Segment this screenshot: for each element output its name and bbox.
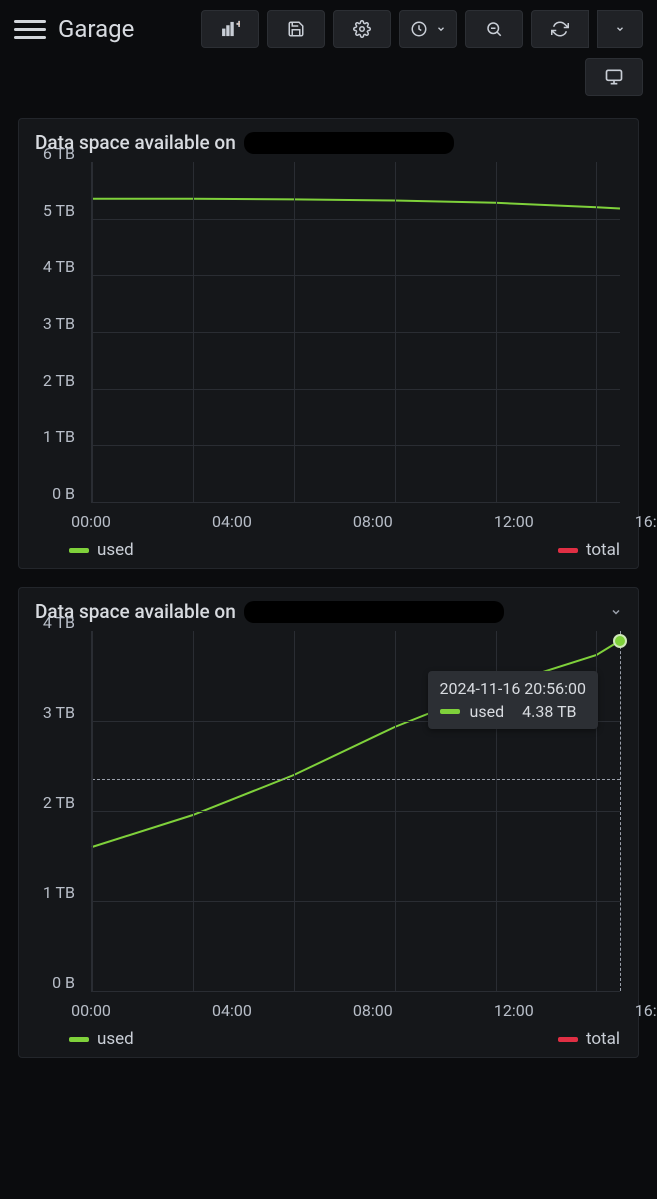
refresh-interval-button[interactable]	[597, 10, 643, 48]
legend-label: used	[97, 540, 134, 560]
panel-title[interactable]: Data space available on	[19, 588, 638, 631]
y-axis: 6 TB5 TB4 TB3 TB2 TB1 TB0 B	[19, 162, 91, 506]
save-button[interactable]	[267, 10, 325, 48]
top-bar: Garage +	[0, 0, 657, 52]
chevron-down-icon	[610, 606, 622, 618]
redacted-hostname	[244, 132, 454, 154]
time-range-button[interactable]	[399, 10, 457, 48]
legend-item-total[interactable]: total	[558, 540, 620, 560]
y-axis: 4 TB3 TB2 TB1 TB0 B	[19, 631, 91, 995]
legend-label: total	[586, 1029, 620, 1049]
redacted-hostname	[244, 601, 504, 623]
legend: used total	[69, 1029, 620, 1049]
tv-mode-button[interactable]	[585, 58, 643, 96]
panel-title[interactable]: Data space available on	[19, 119, 638, 162]
legend-label: used	[97, 1029, 134, 1049]
zoom-out-button[interactable]	[465, 10, 523, 48]
legend-label: total	[586, 540, 620, 560]
legend-item-total[interactable]: total	[558, 1029, 620, 1049]
tooltip-time: 2024-11-16 20:56:00	[440, 679, 586, 698]
chart-area[interactable]: 2024-11-16 20:56:00 used 4.38 TB	[91, 631, 620, 992]
menu-icon[interactable]	[14, 13, 46, 45]
panel-data-space-1: Data space available on 6 TB5 TB4 TB3 TB…	[18, 118, 639, 569]
tooltip: 2024-11-16 20:56:00 used 4.38 TB	[428, 671, 598, 729]
legend-item-used[interactable]: used	[69, 540, 134, 560]
panel-data-space-2: Data space available on 4 TB3 TB2 TB1 TB…	[18, 587, 639, 1058]
legend-item-used[interactable]: used	[69, 1029, 134, 1049]
tooltip-value: 4.38 TB	[522, 702, 576, 721]
add-panel-button[interactable]: +	[201, 10, 259, 48]
svg-text:+: +	[237, 19, 240, 30]
hover-point	[613, 634, 627, 648]
refresh-button[interactable]	[531, 10, 589, 48]
toolbar: +	[201, 10, 643, 48]
page-title: Garage	[58, 15, 134, 43]
legend: used total	[69, 540, 620, 560]
settings-button[interactable]	[333, 10, 391, 48]
crosshair	[92, 779, 620, 780]
crosshair	[620, 631, 621, 991]
x-axis: 00:0004:0008:0012:0016:0020:00	[91, 506, 638, 534]
x-axis: 00:0004:0008:0012:0016:0020:00	[91, 995, 638, 1023]
tooltip-series-label: used	[470, 702, 505, 721]
chart-area[interactable]	[91, 162, 620, 503]
